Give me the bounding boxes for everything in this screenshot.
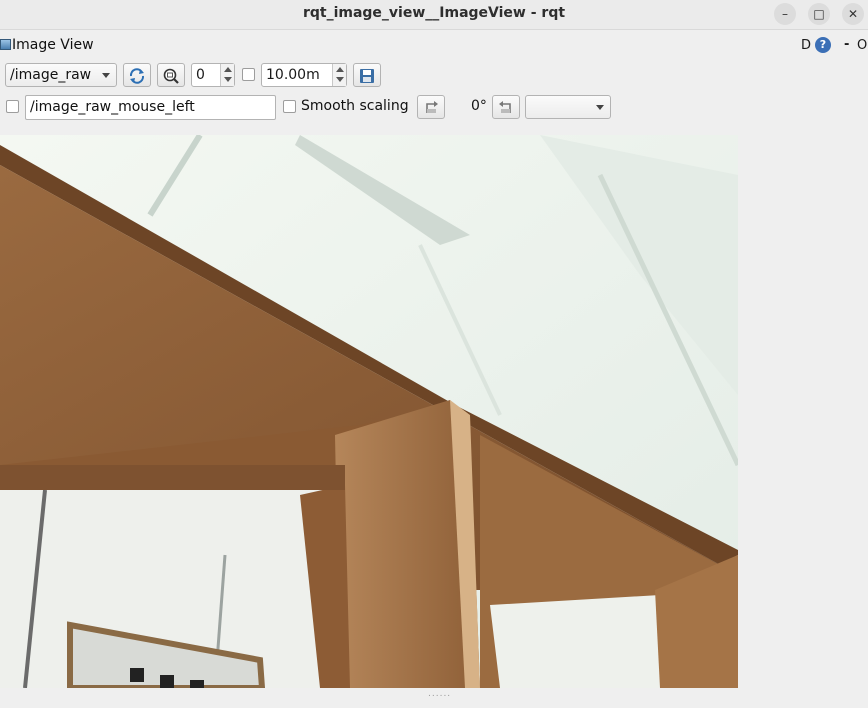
minimize-button[interactable]: – (774, 3, 796, 25)
dock-toggle-button[interactable]: D (801, 38, 811, 53)
interval-spinbox-value: 10.00m (266, 67, 320, 83)
zoom-spinbox-arrows[interactable] (220, 64, 234, 86)
zoom-fit-icon (163, 68, 179, 84)
image-view-icon (0, 39, 11, 50)
interval-spinbox[interactable]: 10.00m (261, 63, 347, 87)
rotate-right-button[interactable] (492, 95, 520, 119)
plugin-title: Image View (12, 37, 94, 53)
rotation-label: 0° (471, 98, 487, 114)
save-image-button[interactable] (353, 63, 381, 87)
window-titlebar: rqt_image_view__ImageView - rqt – □ ✕ (0, 0, 868, 30)
window-title: rqt_image_view__ImageView - rqt (302, 5, 566, 21)
mouse-topic-input[interactable]: /image_raw_mouse_left (25, 95, 276, 120)
minimize-plugin-button[interactable]: - (844, 37, 849, 52)
rotate-left-button[interactable] (417, 95, 445, 119)
refresh-topics-button[interactable] (123, 63, 151, 87)
refresh-icon (129, 68, 145, 84)
help-icon[interactable]: ? (815, 37, 831, 53)
publish-mouse-checkbox[interactable] (6, 100, 19, 113)
camera-image-render (0, 135, 738, 688)
interval-spinbox-arrows[interactable] (332, 64, 346, 86)
chevron-down-icon (102, 73, 110, 78)
topic-select[interactable]: /image_raw (5, 63, 117, 87)
camera-image[interactable] (0, 135, 738, 688)
topic-select-value: /image_raw (10, 67, 92, 83)
plugin-header: Image View D ? - O (0, 36, 868, 56)
zoom-spinbox-value: 0 (196, 67, 205, 83)
options-button[interactable]: O (857, 38, 867, 53)
dynamic-range-checkbox[interactable] (242, 68, 255, 81)
smooth-scaling-checkbox[interactable] (283, 100, 296, 113)
rotate-right-icon (499, 101, 511, 113)
close-button[interactable]: ✕ (842, 3, 864, 25)
zoom-fit-button[interactable] (157, 63, 185, 87)
maximize-button[interactable]: □ (808, 3, 830, 25)
rotation-select[interactable] (525, 95, 611, 119)
zoom-spinbox[interactable]: 0 (191, 63, 235, 87)
rotate-left-icon (426, 101, 438, 113)
chevron-down-icon (596, 105, 604, 110)
resize-grip[interactable]: ...... (428, 689, 451, 699)
mouse-topic-input-value: /image_raw_mouse_left (30, 99, 195, 115)
save-icon (360, 69, 374, 83)
smooth-scaling-label: Smooth scaling (301, 98, 409, 114)
